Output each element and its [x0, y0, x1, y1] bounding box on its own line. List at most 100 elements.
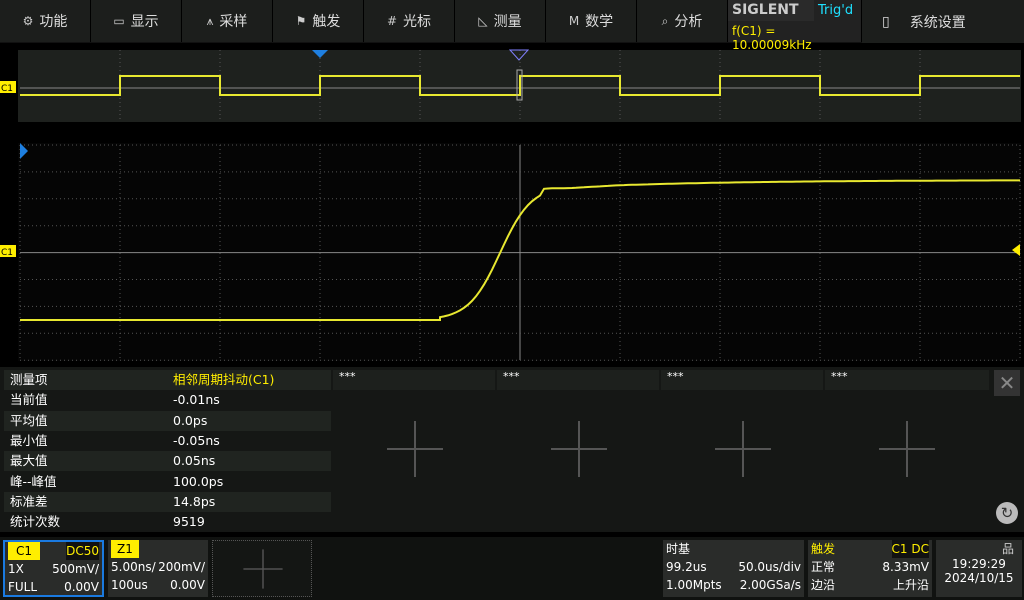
measure-slot[interactable]: *** — [497, 370, 659, 390]
add-measurement-button[interactable] — [715, 421, 771, 477]
c1-coupling: DC50 — [66, 542, 99, 560]
measure-slot[interactable]: *** — [333, 370, 495, 390]
timebase-delay: 99.2us — [666, 560, 707, 574]
c1-offset: 0.00V — [64, 580, 99, 594]
c1-channel-marker: C1 — [1, 248, 13, 258]
measure-row: 标准差 14.8ps — [4, 491, 331, 512]
measure-value: 100.0ps — [173, 473, 224, 489]
close-icon[interactable]: ✕ — [994, 370, 1020, 396]
timebase-box[interactable]: 时基 99.2us 50.0us/div 1.00Mpts 2.00GSa/s — [663, 540, 804, 597]
menu-measure[interactable]: ◺ 测量 — [455, 0, 546, 42]
measure-label: 平均值 — [10, 412, 48, 428]
menu-label: 分析 — [674, 14, 703, 30]
measure-row: 统计次数 9519 — [4, 512, 331, 532]
clock-box: 品 19:29:29 2024/10/15 — [936, 540, 1022, 597]
add-measurement-button[interactable] — [387, 421, 443, 477]
trigger-title: 触发 — [811, 542, 836, 556]
measure-row: 峰--峰值 100.0ps — [4, 472, 331, 492]
measure-value: 14.8ps — [173, 493, 216, 509]
measure-row: 测量项 相邻周期抖动(C1) — [4, 370, 331, 390]
measure-value: -0.01ns — [173, 392, 220, 408]
menu-math[interactable]: M 数学 — [546, 0, 637, 42]
timebase-scale: 50.0us/div — [738, 560, 801, 574]
clock-date: 2024/10/15 — [944, 571, 1014, 585]
add-channel-button[interactable] — [212, 540, 312, 597]
menu-cursor[interactable]: # 光标 — [364, 0, 455, 42]
measure-row: 平均值 0.0ps — [4, 410, 331, 431]
c1-label: C1 — [8, 542, 41, 560]
overview-channel-marker: C1 — [1, 84, 13, 94]
z1-zoom-box[interactable]: Z1 5.00ns/200mV/ 100us 0.00V — [108, 540, 208, 597]
math-icon: M — [568, 14, 580, 28]
measure-value: 9519 — [173, 514, 205, 530]
trigger-box[interactable]: 触发 C1 DC 正常 8.33mV 边沿 上升沿 — [808, 540, 932, 597]
add-measurement-button[interactable] — [551, 421, 607, 477]
display-icon: ▭ — [113, 14, 125, 28]
timebase-title: 时基 — [666, 542, 691, 556]
add-measurement-button[interactable] — [879, 421, 935, 477]
cursor-icon: # — [386, 14, 398, 28]
trigger-type: 边沿 — [811, 578, 836, 592]
gear-icon: ⚙ — [22, 14, 34, 28]
trigger-status: Trig'd — [818, 3, 854, 18]
network-icon: 品 — [1001, 542, 1014, 556]
menu-label: 测量 — [493, 14, 522, 30]
brand-status: SIGLENT Trig'd f(C1) = 10.00009kHz — [728, 0, 862, 52]
menu-gear[interactable]: ⚙ 功能 — [0, 0, 91, 42]
measure-label: 最小值 — [10, 432, 48, 448]
trigger-level: 8.33mV — [882, 560, 929, 574]
trigger-slope: 上升沿 — [892, 578, 929, 592]
c1-channel-box[interactable]: C1 DC50 1X 500mV/ FULL 0.00V — [3, 540, 104, 597]
memory-depth: 1.00Mpts — [666, 578, 722, 592]
measure-value: 0.0ps — [173, 412, 208, 428]
refresh-icon[interactable]: ↻ — [996, 502, 1018, 524]
clock-time: 19:29:29 — [952, 557, 1006, 571]
measure-label: 标准差 — [10, 493, 48, 509]
menu-bar: ⚙ 功能 ▭ 显示 ⩚ 采样 ⚑ 触发 # 光标 ◺ 测量 M 数学 ⌕ 分析 SIGLENT Trig'd f… — [0, 0, 1024, 52]
waveform-overview[interactable]: C1 — [0, 48, 1024, 126]
siglent-logo: SIGLENT — [728, 0, 814, 21]
measure-label: 当前值 — [10, 392, 48, 408]
measure-icon: ◺ — [478, 14, 488, 28]
menu-analyze[interactable]: ⌕ 分析 — [637, 0, 728, 42]
menu-label: 数学 — [585, 14, 614, 30]
main-waveform-display[interactable]: C1 — [0, 140, 1024, 364]
z1-offset: 0.00V — [170, 578, 205, 592]
z1-delay: 100us — [111, 578, 148, 592]
measure-label: 统计次数 — [10, 514, 61, 530]
measure-row: 最小值 -0.05ns — [4, 431, 331, 451]
analyze-icon: ⌕ — [661, 13, 669, 28]
measure-value: 0.05ns — [173, 453, 216, 469]
c1-bandwidth: FULL — [8, 580, 38, 594]
menu-label: 功能 — [39, 14, 68, 30]
battery-icon: ▯ — [882, 13, 890, 30]
measure-row: 当前值 -0.01ns — [4, 390, 331, 410]
measure-value: -0.05ns — [173, 432, 220, 448]
menu-flag[interactable]: ⚑ 触发 — [273, 0, 364, 42]
measure-label: 峰--峰值 — [10, 473, 57, 489]
trigger-source: C1 DC — [891, 540, 929, 558]
menu-label: 光标 — [403, 14, 432, 30]
trigger-mode: 正常 — [811, 560, 836, 574]
menu-label: 采样 — [219, 14, 248, 30]
flag-icon: ⚑ — [295, 14, 307, 28]
status-bar: C1 DC50 1X 500mV/ FULL 0.00V Z1 5.00ns/200m… — [0, 537, 1024, 600]
menu-display[interactable]: ▭ 显示 — [91, 0, 182, 42]
menu-label: 显示 — [130, 14, 159, 30]
c1-probe: 1X — [8, 562, 24, 576]
acquire-icon: ⩚ — [206, 13, 214, 28]
measure-label: 测量项 — [10, 372, 48, 387]
system-settings-button[interactable]: ▯ 系统设置 — [862, 0, 1024, 43]
measure-slot[interactable]: *** — [825, 370, 989, 390]
z1-time-scale: 5.00ns/ — [111, 560, 156, 574]
measure-label: 最大值 — [10, 453, 48, 469]
measure-value: 相邻周期抖动(C1) — [173, 372, 275, 387]
measure-row: 最大值 0.05ns — [4, 451, 331, 472]
measure-slot[interactable]: *** — [661, 370, 823, 390]
z1-volt-scale: 200mV/ — [158, 560, 205, 574]
system-settings-label: 系统设置 — [909, 14, 966, 31]
menu-acquire[interactable]: ⩚ 采样 — [182, 0, 273, 42]
z1-label: Z1 — [111, 540, 139, 558]
c1-scale: 500mV/ — [52, 562, 99, 576]
menu-label: 触发 — [312, 14, 341, 30]
